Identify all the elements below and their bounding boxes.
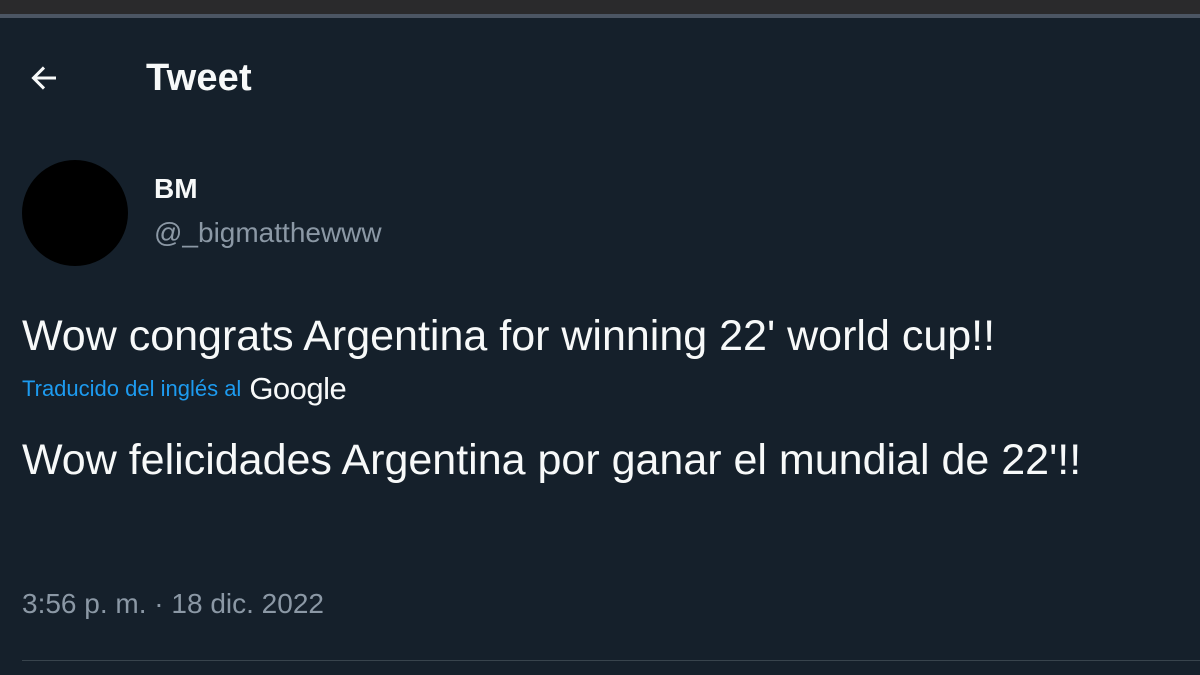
page-header: Tweet — [0, 18, 1200, 138]
translated-tweet-text: Wow felicidades Argentina por ganar el m… — [22, 436, 1082, 484]
tweet-text: Wow congrats Argentina for winning 22' w… — [22, 312, 996, 360]
divider — [22, 660, 1200, 661]
translation-label[interactable]: Traducido del inglés al — [22, 374, 241, 404]
avatar[interactable] — [22, 160, 128, 266]
tweet-timestamp[interactable]: 3:56 p. m. · 18 dic. 2022 — [22, 586, 324, 622]
google-logo: Google — [249, 371, 347, 406]
translation-attribution: Traducido del inglés al Google — [22, 371, 347, 406]
author-display-name[interactable]: BM — [154, 172, 198, 206]
arrow-left-icon — [31, 66, 56, 90]
page-title: Tweet — [146, 57, 252, 99]
author-handle[interactable]: @_bigmatthewww — [154, 216, 382, 250]
back-button[interactable] — [20, 54, 68, 102]
window-top-bar — [0, 0, 1200, 14]
